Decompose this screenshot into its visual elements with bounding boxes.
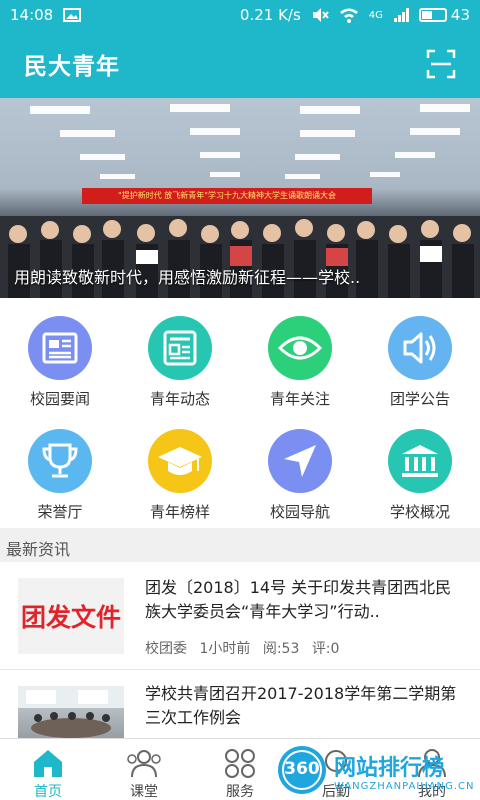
news-title: 学校共青团召开2017-2018学年第二学期第三次工作例会 bbox=[145, 684, 457, 727]
support-icon bbox=[325, 750, 347, 772]
tab-label: 课堂 bbox=[130, 784, 158, 800]
app-screen: 14:08 0.21 K/s 4G 43 民大青年 "提护新时代 放飞新青年"学… bbox=[0, 0, 480, 800]
wifi-icon bbox=[339, 8, 358, 23]
tab-classroom[interactable]: 课堂 bbox=[96, 739, 192, 800]
grid-label: 学校概况 bbox=[389, 503, 450, 521]
campus-news-circle bbox=[28, 316, 92, 380]
tab-mine[interactable]: 我的 bbox=[384, 739, 480, 800]
battery-fill bbox=[421, 11, 433, 19]
home-icon bbox=[34, 750, 62, 777]
youth-focus-circle bbox=[268, 316, 332, 380]
grid-label: 荣誉厅 bbox=[37, 503, 83, 521]
news-thumbnail bbox=[18, 686, 124, 738]
grid-item-honor-hall[interactable]: 荣誉厅 bbox=[0, 411, 120, 526]
school-overview-circle bbox=[388, 429, 452, 493]
tab-home[interactable]: 首页 bbox=[0, 739, 96, 800]
scan-button[interactable] bbox=[426, 49, 456, 79]
grid-label: 青年关注 bbox=[269, 390, 330, 408]
news-thumbnail: 团发文件 bbox=[18, 578, 124, 654]
app-bar: 民大青年 bbox=[0, 30, 480, 98]
news-item[interactable]: 学校共青团召开2017-2018学年第二学期第三次工作例会 bbox=[0, 670, 480, 738]
news-icon bbox=[42, 332, 78, 364]
battery-icon bbox=[418, 8, 447, 22]
battery-percent: 43 bbox=[450, 6, 470, 24]
function-grid: 校园要闻 青年动态 青年关注 团学公告 荣誉厅 青年榜样 校园导航 学校概况 bbox=[0, 298, 480, 528]
bottom-tab-bar: 首页 课堂 服务 后勤 我的 bbox=[0, 738, 480, 800]
mute-icon bbox=[312, 8, 329, 22]
eye-icon bbox=[277, 336, 323, 360]
signal-label: 4G bbox=[368, 9, 383, 21]
news-item[interactable]: 团发文件 团发〔2018〕14号 关于印发共青团西北民族大学委员会“青年大学习”… bbox=[0, 562, 480, 670]
grid-item-school-overview[interactable]: 学校概况 bbox=[360, 411, 480, 526]
grid-label: 团学公告 bbox=[389, 390, 450, 408]
grid-label: 青年榜样 bbox=[149, 503, 210, 521]
banner-carousel[interactable]: "提护新时代 放飞新青年"学习十九大精神大学生诵歌朗诵大会 用朗读致敬新时代，用… bbox=[0, 98, 480, 298]
battery: 43 bbox=[418, 6, 470, 24]
grid-item-campus-navigation[interactable]: 校园导航 bbox=[240, 411, 360, 526]
app-title: 民大青年 bbox=[24, 54, 120, 80]
cell-signal-icon bbox=[393, 8, 409, 22]
tab-label: 首页 bbox=[34, 784, 62, 800]
user-icon bbox=[418, 749, 446, 778]
people-icon bbox=[127, 750, 161, 778]
speaker-icon bbox=[403, 332, 436, 364]
graduation-cap-icon bbox=[158, 447, 202, 475]
news-source: 校团委 bbox=[145, 641, 187, 657]
ceiling-lights bbox=[30, 104, 470, 179]
news-comments: 评:0 bbox=[311, 641, 340, 657]
tab-label: 服务 bbox=[226, 784, 254, 800]
grid-item-youth-models[interactable]: 青年榜样 bbox=[120, 411, 240, 526]
navigation-icon bbox=[284, 445, 316, 477]
grid-item-youth-news[interactable]: 青年动态 bbox=[120, 298, 240, 413]
youth-news-circle bbox=[148, 316, 212, 380]
grid-icon bbox=[225, 749, 255, 778]
thumbnail-text: 团发文件 bbox=[20, 603, 121, 632]
scan-icon bbox=[426, 49, 456, 79]
status-time: 14:08 bbox=[10, 6, 54, 24]
campus-navigation-circle bbox=[268, 429, 332, 493]
image-notification-icon bbox=[63, 8, 82, 22]
news-views: 阅:53 bbox=[262, 641, 300, 657]
tab-label: 我的 bbox=[418, 784, 446, 800]
news-title: 团发〔2018〕14号 关于印发共青团西北民族大学委员会“青年大学习”行动.. bbox=[145, 578, 452, 621]
status-bar: 14:08 0.21 K/s 4G 43 bbox=[0, 0, 480, 30]
announcements-circle bbox=[388, 316, 452, 380]
grid-label: 校园要闻 bbox=[29, 390, 90, 408]
tab-label: 后勤 bbox=[322, 784, 350, 800]
building-icon bbox=[402, 445, 438, 477]
news-time: 1小时前 bbox=[199, 641, 251, 657]
grid-item-announcements[interactable]: 团学公告 bbox=[360, 298, 480, 413]
news-meta: 校团委 1小时前 阅:53 评:0 bbox=[145, 638, 347, 658]
banner-caption: 用朗读致敬新时代，用感悟激励新征程——学校.. bbox=[14, 268, 361, 287]
grid-item-youth-focus[interactable]: 青年关注 bbox=[240, 298, 360, 413]
meeting-photo bbox=[18, 686, 124, 738]
grid-label: 青年动态 bbox=[149, 390, 210, 408]
honor-hall-circle bbox=[28, 429, 92, 493]
grid-label: 校园导航 bbox=[269, 503, 330, 521]
newspaper-icon bbox=[163, 330, 197, 366]
tab-services[interactable]: 服务 bbox=[192, 739, 288, 800]
grid-item-campus-news[interactable]: 校园要闻 bbox=[0, 298, 120, 413]
latest-news-header: 最新资讯 bbox=[0, 528, 480, 562]
banner-sign: "提护新时代 放飞新青年"学习十九大精神大学生诵歌朗诵大会 bbox=[82, 188, 372, 204]
youth-models-circle bbox=[148, 429, 212, 493]
banner-sign-text: "提护新时代 放飞新青年"学习十九大精神大学生诵歌朗诵大会 bbox=[118, 191, 336, 200]
trophy-icon bbox=[42, 443, 78, 478]
tab-logistics[interactable]: 后勤 bbox=[288, 739, 384, 800]
network-speed: 0.21 K/s bbox=[239, 6, 301, 24]
